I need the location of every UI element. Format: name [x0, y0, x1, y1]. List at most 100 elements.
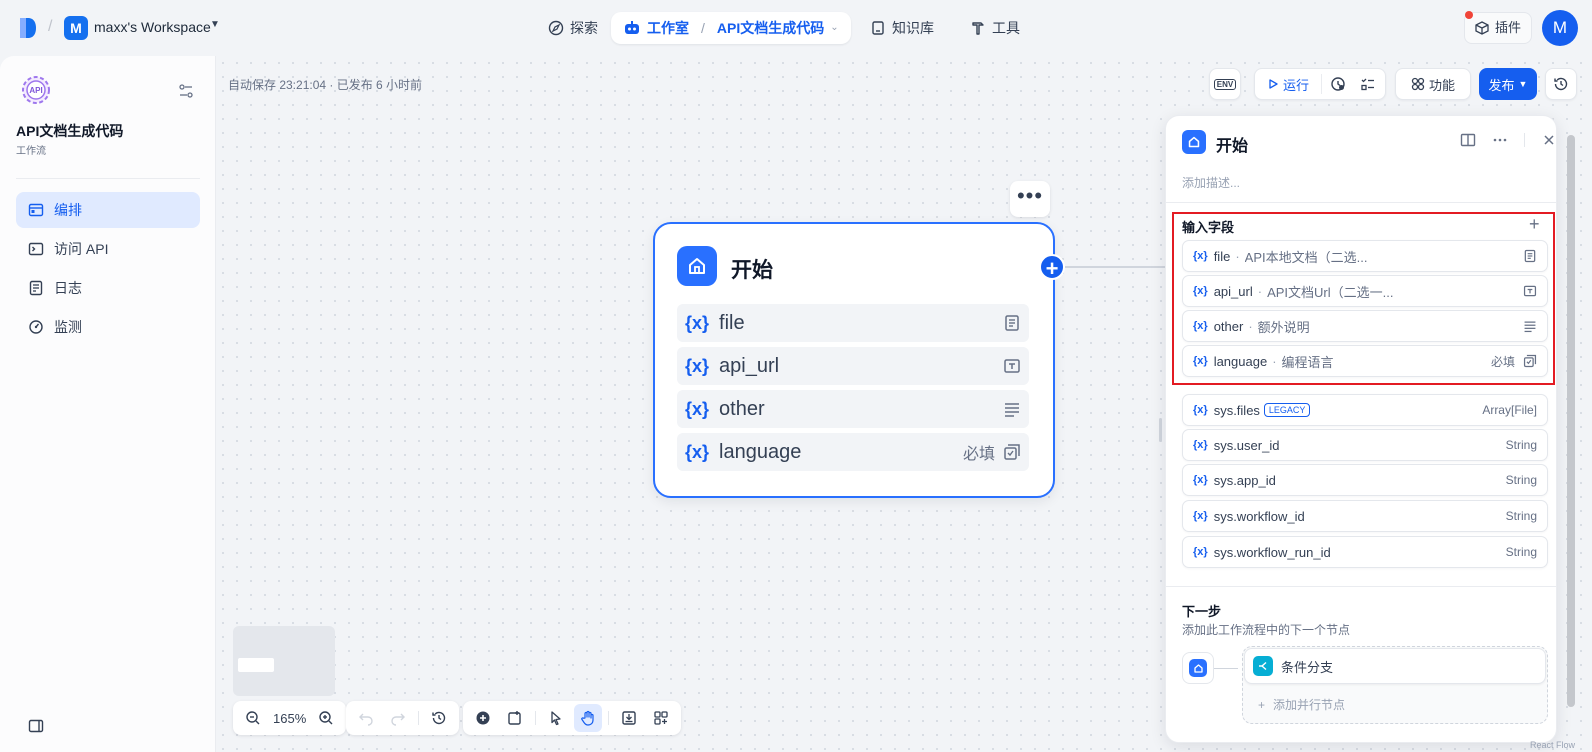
panel-resize-handle[interactable]	[1159, 418, 1162, 442]
node-variable: {x} file	[677, 304, 1029, 342]
nav-studio-label[interactable]: 工作室	[647, 12, 689, 44]
nav-knowledge[interactable]: 知识库	[858, 12, 946, 44]
compass-icon	[548, 20, 564, 36]
nav-app-label[interactable]: API文档生成代码	[717, 12, 824, 44]
workspace-avatar[interactable]: M	[64, 16, 88, 40]
app-name: API文档生成代码	[16, 123, 124, 139]
nav-tools[interactable]: 工具	[958, 12, 1032, 44]
chevron-down-icon: ▼	[1518, 79, 1528, 89]
pointer-mode-button[interactable]	[542, 704, 570, 732]
user-avatar[interactable]: M	[1542, 10, 1578, 46]
home-icon	[1189, 659, 1207, 677]
run-toolbar-group: 运行	[1254, 68, 1386, 100]
plugins-button[interactable]: 插件	[1464, 12, 1533, 44]
variable-icon: {x}	[685, 398, 710, 419]
node-variable: {x} other	[677, 390, 1029, 428]
variable-name: sys.workflow_run_id	[1213, 544, 1331, 560]
add-parallel-node-button[interactable]: + 添加并行节点	[1258, 696, 1345, 713]
autosave-status: 自动保存 23:21:04 · 已发布 6 小时前	[228, 78, 423, 92]
zoom-out-icon	[246, 711, 260, 725]
add-parallel-label: 添加并行节点	[1273, 698, 1346, 712]
more-icon[interactable]	[1492, 132, 1508, 148]
chevron-down-icon[interactable]: ⌄	[830, 12, 838, 44]
redo-button[interactable]	[384, 704, 412, 732]
nav-studio-breadcrumb[interactable]: 工作室 / API文档生成代码 ⌄	[611, 12, 851, 44]
minimap-node	[238, 658, 274, 672]
variable-name: sys.app_id	[1213, 472, 1276, 488]
zoom-out-button[interactable]	[239, 704, 267, 732]
sidebar-item-monitor[interactable]: 监测	[16, 309, 200, 345]
book-icon	[872, 21, 884, 35]
chevron-down-icon[interactable]: ▼	[210, 19, 220, 30]
features-button[interactable]: 功能	[1395, 68, 1471, 100]
history-icon	[1554, 77, 1568, 91]
settings-sliders-icon[interactable]	[178, 83, 194, 99]
api-gear-icon: API	[22, 76, 50, 104]
run-history-icon[interactable]	[1330, 76, 1346, 92]
app-type: 工作流	[16, 146, 46, 157]
panel-divider	[1166, 202, 1556, 203]
run-button[interactable]: 运行	[1255, 74, 1323, 94]
sidebar-item-label: 监测	[54, 319, 82, 335]
nav-explore[interactable]: 探索	[536, 12, 610, 44]
zoom-level[interactable]: 165%	[271, 711, 308, 726]
legacy-badge: LEGACY	[1263, 403, 1311, 417]
workspace-name[interactable]: maxx's Workspace	[94, 19, 211, 35]
panel-title[interactable]: 开始	[1216, 132, 1248, 156]
nav-knowledge-label: 知识库	[892, 20, 934, 36]
notification-dot	[1465, 11, 1473, 19]
sidebar-collapse-icon[interactable]	[28, 718, 44, 734]
node-more-button[interactable]: •••	[1010, 181, 1050, 217]
monitor-icon	[29, 320, 43, 334]
node-config-panel: 开始 添加描述... 输入字段 + {x} file · API本地文档（二选.…	[1165, 115, 1557, 743]
home-icon	[1182, 130, 1206, 154]
sidebar-divider	[16, 178, 200, 179]
next-node-if-else[interactable]: 条件分支	[1244, 648, 1546, 684]
undo-button[interactable]	[352, 704, 380, 732]
zoom-in-button[interactable]	[312, 704, 340, 732]
features-icon	[1411, 77, 1425, 91]
zoom-controls: 165%	[233, 701, 347, 735]
toolbar-divider	[535, 711, 536, 725]
run-label: 运行	[1283, 77, 1310, 93]
header-divider	[1524, 133, 1525, 147]
system-variable-row: {x} sys.app_id String	[1182, 464, 1548, 496]
system-variable-row: {x} sys.workflow_run_id String	[1182, 536, 1548, 568]
log-icon	[29, 280, 43, 296]
start-node[interactable]: 开始 {x} file {x} api_url {x} other {x} la…	[653, 222, 1055, 498]
hand-mode-button[interactable]	[574, 704, 602, 732]
history-controls	[346, 701, 459, 735]
variable-type: Array[File]	[1482, 403, 1537, 417]
system-variable-row: {x} sys.workflow_id String	[1182, 500, 1548, 532]
variable-icon: {x}	[1193, 404, 1208, 416]
sidebar-item-orchestrate[interactable]: 编排	[16, 192, 200, 228]
env-button[interactable]: ENV	[1209, 68, 1241, 100]
robot-icon	[625, 21, 639, 34]
image-export-icon	[622, 711, 636, 725]
change-history-button[interactable]	[425, 704, 453, 732]
dify-logo-icon[interactable]	[18, 16, 38, 40]
description-input[interactable]: 添加描述...	[1182, 174, 1240, 191]
add-node-plus-icon[interactable]: +	[1039, 254, 1065, 281]
nav-tools-label: 工具	[992, 20, 1020, 36]
panel-scrollbar[interactable]	[1567, 135, 1575, 707]
publish-button[interactable]: 发布 ▼	[1479, 68, 1537, 100]
sidebar-item-api-access[interactable]: 访问 API	[16, 231, 200, 267]
variable-icon: {x}	[1193, 439, 1208, 451]
node-variable: {x} api_url	[677, 347, 1029, 385]
version-history-button[interactable]	[1545, 68, 1577, 100]
add-note-button[interactable]	[501, 704, 529, 732]
checklist-icon[interactable]	[1360, 76, 1376, 92]
add-block-button[interactable]	[469, 704, 497, 732]
organize-blocks-button[interactable]	[647, 704, 675, 732]
sidebar-item-label: 日志	[54, 280, 82, 296]
export-image-button[interactable]	[615, 704, 643, 732]
close-icon[interactable]	[1541, 132, 1557, 148]
node-variable-list: {x} file {x} api_url {x} other {x} langu…	[677, 304, 1029, 476]
book-open-icon[interactable]	[1460, 132, 1476, 148]
sidebar-item-logs[interactable]: 日志	[16, 270, 200, 306]
document-icon	[1005, 315, 1019, 331]
svg-text:API: API	[29, 86, 42, 95]
note-icon	[508, 711, 521, 725]
publish-label: 发布	[1488, 77, 1515, 93]
